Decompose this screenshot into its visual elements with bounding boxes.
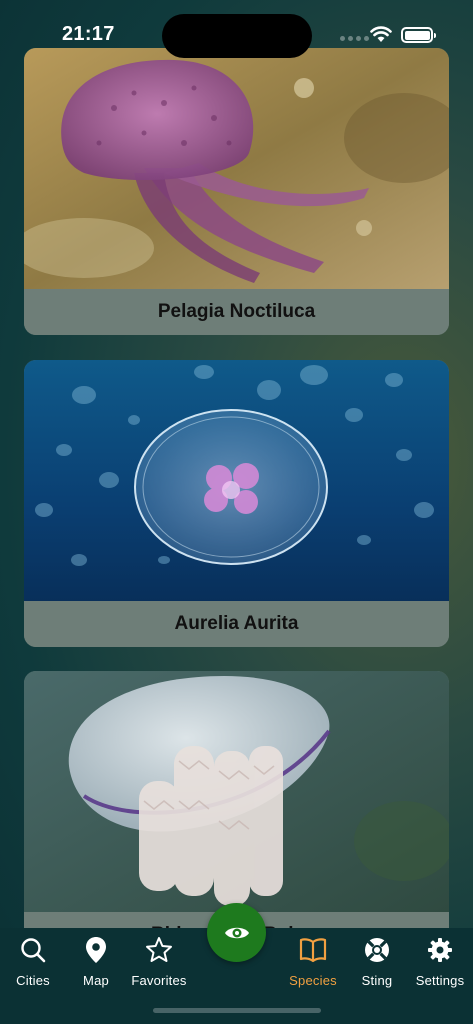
tab-label: Favorites [131, 973, 187, 988]
tab-label: Sting [361, 973, 393, 988]
gear-icon [426, 936, 454, 964]
status-bar: 21:17 [0, 0, 473, 58]
tab-settings[interactable]: Settings [407, 936, 473, 996]
sighting-button[interactable] [207, 903, 266, 962]
eye-icon [224, 927, 249, 938]
tab-map[interactable]: Map [63, 936, 129, 996]
battery-icon [401, 27, 436, 43]
species-photo [24, 48, 449, 289]
species-name: Aurelia Aurita [24, 601, 449, 647]
tab-favorites[interactable]: Favorites [126, 936, 192, 996]
status-time: 21:17 [62, 23, 115, 45]
search-icon [19, 936, 47, 964]
species-card[interactable]: Aurelia Aurita [24, 360, 449, 647]
wifi-icon [370, 26, 392, 42]
tab-cities[interactable]: Cities [0, 936, 66, 996]
lifebuoy-icon [363, 936, 391, 964]
tab-label: Cities [16, 973, 50, 988]
tab-label: Species [289, 973, 337, 988]
species-photo [24, 671, 449, 912]
map-pin-icon [82, 936, 110, 964]
cellular-signal-icon [340, 36, 369, 41]
dynamic-island [162, 14, 312, 58]
tab-label: Settings [415, 973, 465, 988]
species-photo [24, 360, 449, 601]
star-icon [145, 936, 173, 964]
species-name: Pelagia Noctiluca [24, 289, 449, 335]
book-icon [299, 936, 327, 964]
species-card[interactable]: Pelagia Noctiluca [24, 48, 449, 335]
home-indicator [153, 1008, 321, 1013]
tab-label: Map [83, 973, 109, 988]
tab-sting[interactable]: Sting [344, 936, 410, 996]
tab-species[interactable]: Species [280, 936, 346, 996]
